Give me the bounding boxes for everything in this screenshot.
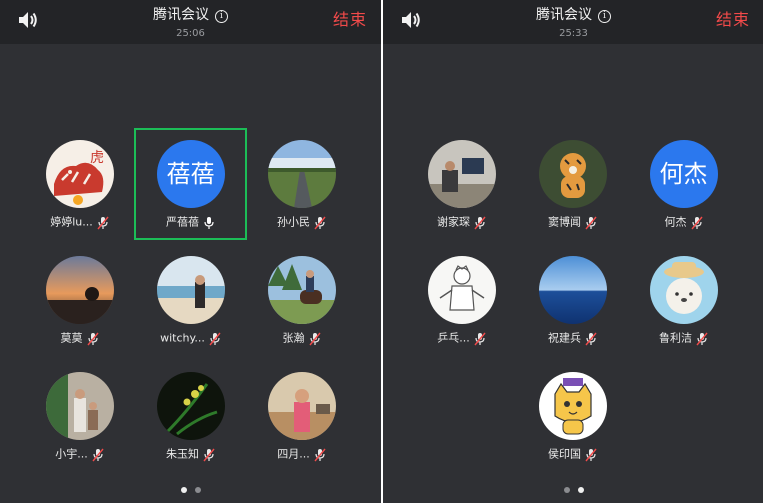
info-icon[interactable]: i [215,10,228,23]
page-dot-active[interactable] [180,487,187,493]
cartoon-taichi-avatar [427,256,496,324]
mic-muted-icon [690,216,703,229]
participant-name: 莫莫 [60,331,83,345]
participant-tile[interactable]: 朱玉知 [134,360,247,472]
participant-name: witchy... [160,331,205,345]
mic-muted-icon [585,216,597,229]
orchid-avatar [156,372,225,440]
child-avatar [267,372,336,440]
mic-on-icon [204,216,214,229]
paper-cut-tiger-avatar: 虎 [45,140,114,208]
participant-tile[interactable]: witchy... [134,244,247,356]
horse-rider-avatar [267,256,336,324]
office-desk-avatar [427,140,496,208]
participant-name: 朱玉知 [166,447,199,461]
participant-name: 乒乓... [437,331,470,345]
beach-avatar [156,256,225,324]
meeting-screen-1: 腾讯会议 i 25:06 结束 虎 婷婷lu... 蓓蓓 严蓓蓓 孙小民 莫莫 … [0,0,381,503]
end-meeting-button[interactable]: 结束 [716,10,750,30]
participant-tile[interactable]: 乒乓... [405,244,518,356]
participant-name: 鲁利洁 [659,331,692,345]
participant-tile[interactable]: 张瀚 [245,244,358,356]
participant-name: 小宇... [55,447,88,461]
participant-name: 张瀚 [282,331,305,345]
page-indicator[interactable] [0,478,381,497]
participant-name: 侯印国 [548,447,581,461]
meeting-timer: 25:33 [559,28,588,39]
mic-muted-icon [209,332,221,345]
participant-name: 何杰 [664,215,687,229]
participant-tile[interactable]: 窦博闻 [516,128,629,240]
mic-muted-icon [97,216,109,229]
cartoon-bear-avatar [649,256,718,324]
family-avatar [45,372,114,440]
mic-muted-icon [696,332,708,345]
participant-name: 窦博闻 [548,215,581,229]
meeting-title-block: 腾讯会议 i 25:06 [0,4,381,42]
page-dot[interactable] [194,487,201,493]
participant-name: 四月... [277,447,310,461]
meeting-screen-2: 腾讯会议 i 25:33 结束 谢家琛 窦博闻 何杰 何杰 乒乓... 祝建兵 … [383,0,763,503]
participant-tile[interactable]: 莫莫 [23,244,136,356]
participant-name: 谢家琛 [437,215,470,229]
participant-tile[interactable]: 何杰 何杰 [627,128,740,240]
mic-muted-icon [92,448,104,461]
road-landscape-avatar [267,140,336,208]
tiger-toy-avatar [538,140,607,208]
meeting-title-block: 腾讯会议 i 25:33 [383,4,763,42]
text-avatar: 何杰 [649,140,718,208]
participant-name: 祝建兵 [548,331,581,345]
meeting-timer: 25:06 [176,28,205,39]
page-indicator[interactable] [383,478,763,497]
mic-muted-icon [585,332,597,345]
participant-name: 婷婷lu... [50,215,93,229]
participant-tile[interactable]: 虎 婷婷lu... [23,128,136,240]
sunset-avatar [45,256,114,324]
info-icon[interactable]: i [598,10,611,23]
participant-tile[interactable]: 小宇... [23,360,136,472]
svg-text:虎: 虎 [90,150,104,166]
cartoon-cat-avatar [538,372,607,440]
participant-tile-active[interactable]: 蓓蓓 严蓓蓓 [134,128,247,240]
mic-muted-icon [474,332,486,345]
participant-tile[interactable]: 谢家琛 [405,128,518,240]
meeting-title: 腾讯会议 [536,7,592,23]
mic-muted-icon [474,216,486,229]
participant-tile[interactable]: 四月... [245,360,358,472]
mic-muted-icon [314,216,326,229]
top-bar: 腾讯会议 i 25:33 结束 [383,0,763,44]
mic-muted-icon [308,332,321,345]
participant-name: 孙小民 [277,215,310,229]
participant-tile[interactable]: 孙小民 [245,128,358,240]
page-dot[interactable] [563,487,570,493]
end-meeting-button[interactable]: 结束 [333,10,367,30]
text-avatar: 蓓蓓 [156,140,225,208]
mic-muted-icon [585,448,597,461]
mic-muted-icon [314,448,326,461]
meeting-title: 腾讯会议 [153,7,209,23]
ocean-avatar [538,256,607,324]
participant-name: 严蓓蓓 [166,215,199,229]
mic-muted-icon [203,448,215,461]
page-dot-active[interactable] [577,487,584,493]
participant-tile[interactable]: 鲁利洁 [627,244,740,356]
participant-tile[interactable]: 侯印国 [516,360,629,472]
top-bar: 腾讯会议 i 25:06 结束 [0,0,381,44]
mic-muted-icon [86,332,99,345]
participant-tile[interactable]: 祝建兵 [516,244,629,356]
